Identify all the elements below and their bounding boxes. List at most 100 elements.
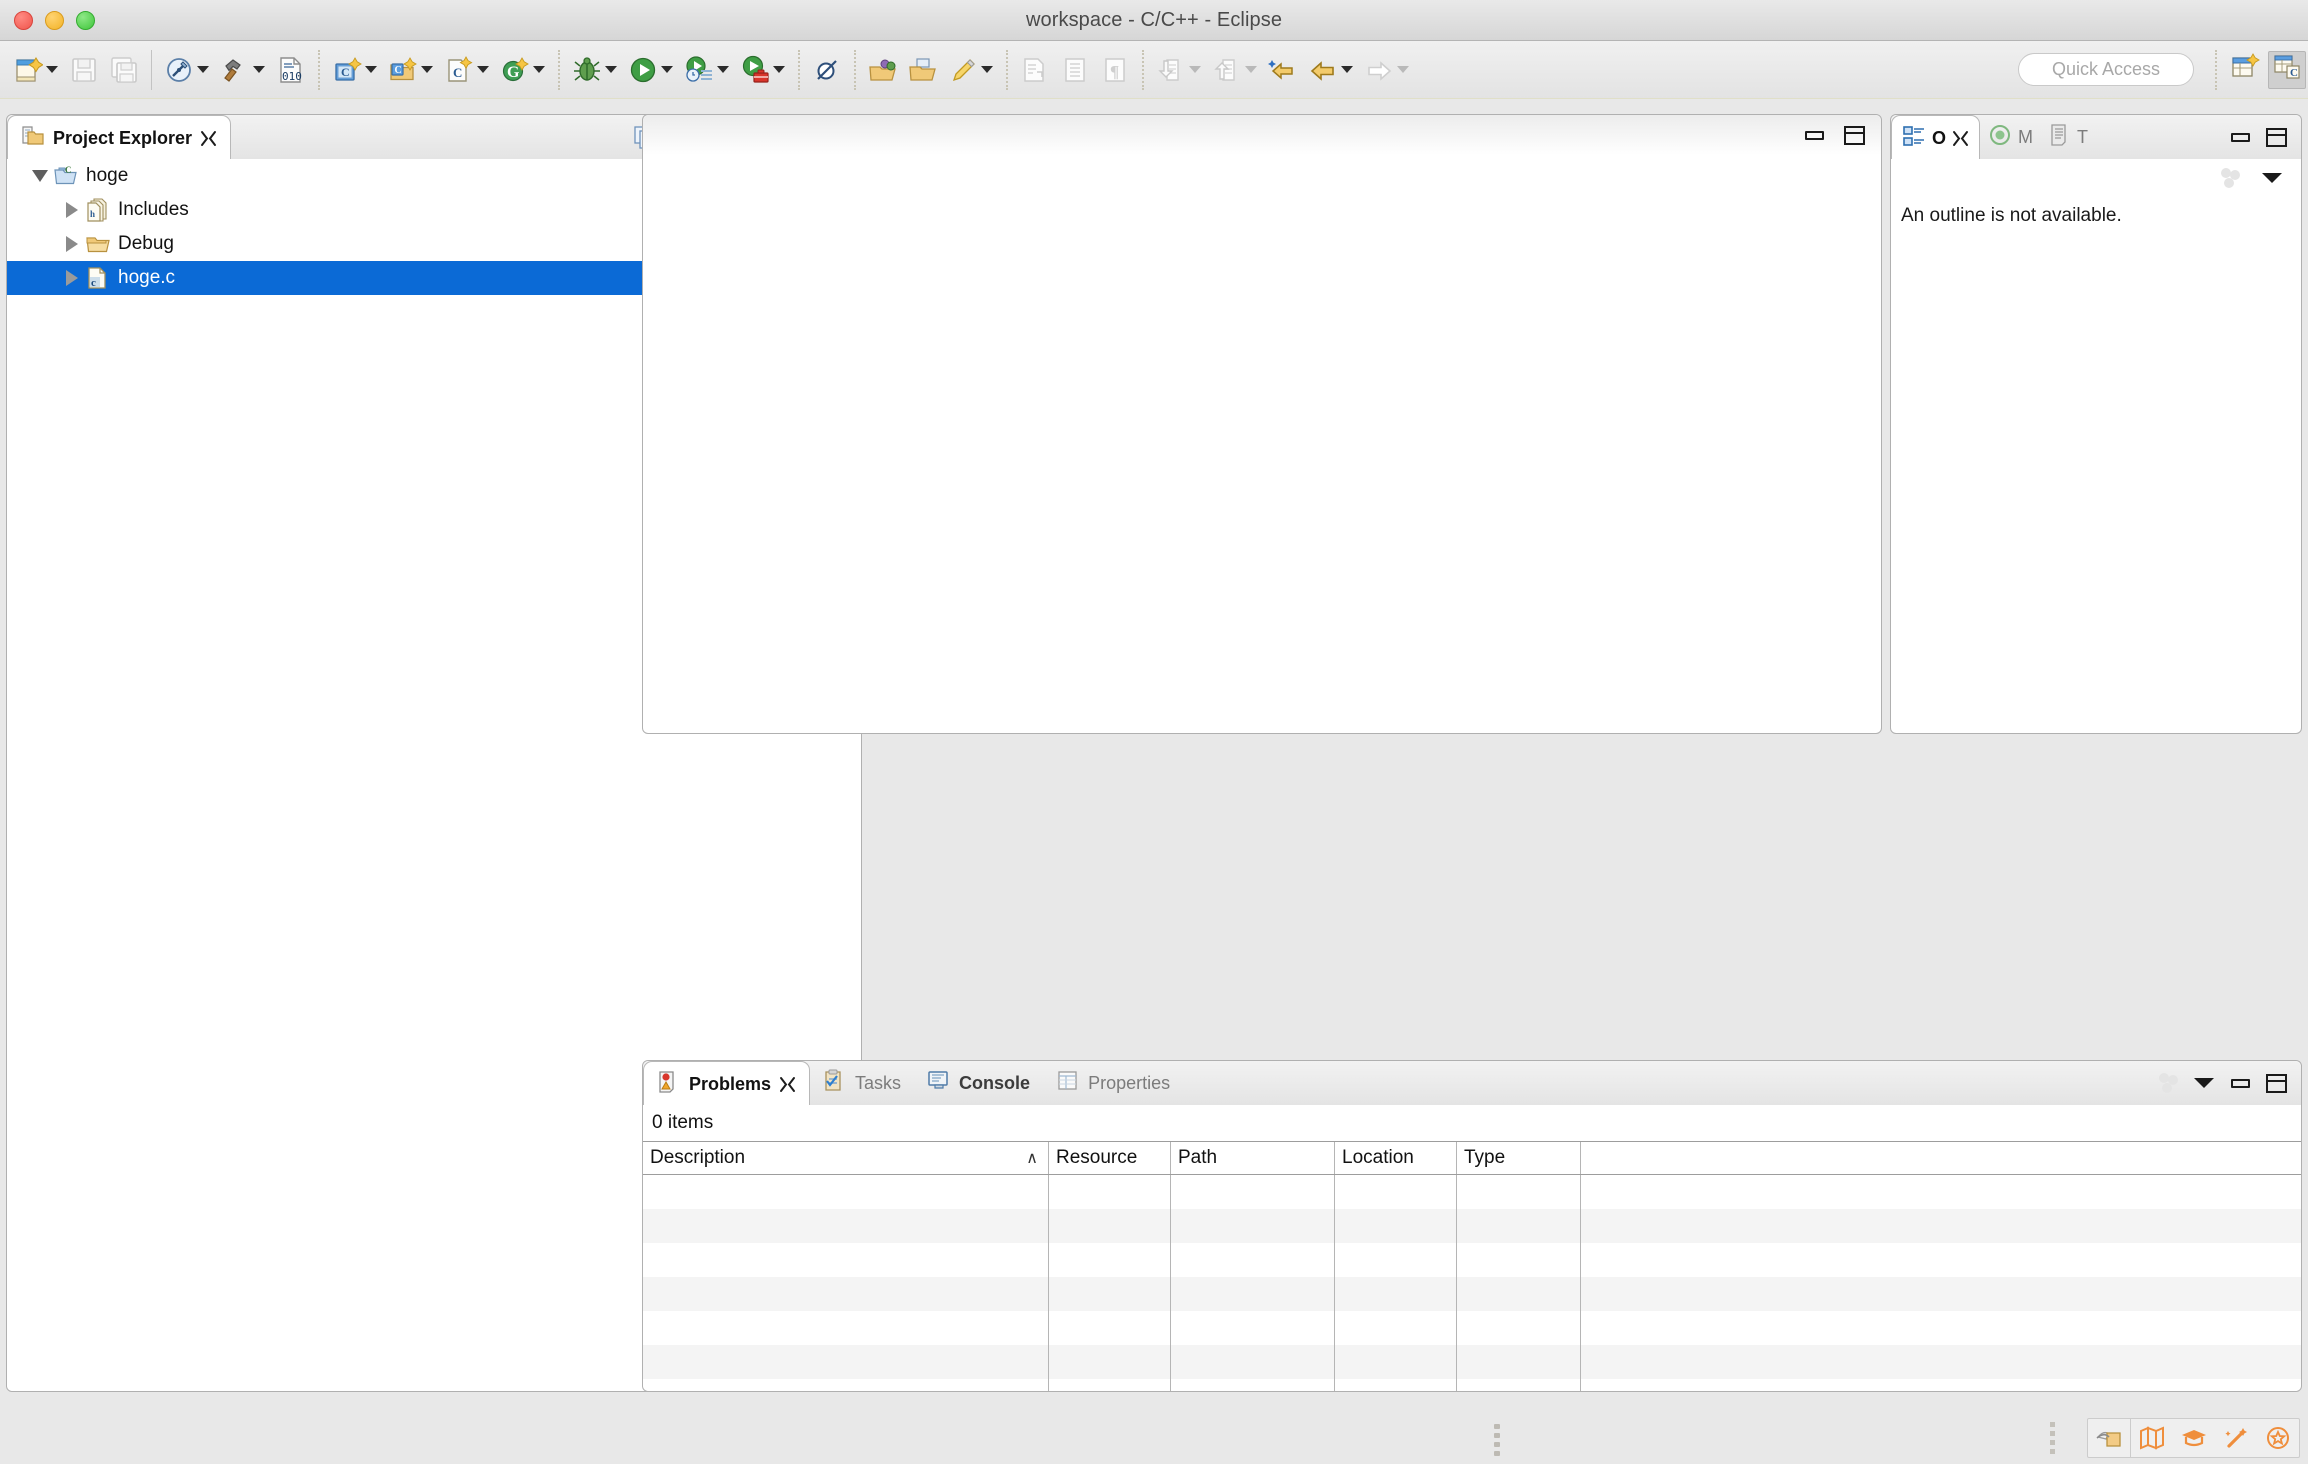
toolbar-button-next-edit-location[interactable] (1151, 48, 1207, 92)
chevron-down-icon[interactable] (1341, 66, 1353, 73)
toolbar-button-run-external-tools[interactable] (735, 48, 791, 92)
chevron-right-icon[interactable] (61, 233, 83, 255)
table-row[interactable] (643, 1175, 2301, 1209)
chevron-down-icon[interactable] (253, 66, 265, 73)
tab-outline[interactable]: O (1891, 115, 1981, 160)
toolbar-button-toggle-block-selection[interactable] (1055, 48, 1095, 92)
close-icon[interactable] (1952, 130, 1969, 147)
toolbar-button-open-element[interactable] (903, 48, 943, 92)
chevron-down-icon[interactable] (533, 66, 545, 73)
table-row[interactable] (643, 1277, 2301, 1311)
toolbar-button-previous-edit-location[interactable] (1207, 48, 1263, 92)
welcome-restore-icon[interactable] (2088, 1419, 2130, 1457)
view-menu-triangle-icon[interactable] (2259, 165, 2285, 191)
chevron-down-icon[interactable] (773, 66, 785, 73)
column-header-type[interactable]: Type (1457, 1142, 1581, 1174)
tab-tasks[interactable]: Tasks (810, 1061, 914, 1105)
tab-problems[interactable]: Problems (643, 1061, 811, 1106)
toolbar-button-last-edit-location[interactable] (1263, 48, 1303, 92)
toolbar-button-new-wizard[interactable] (8, 48, 64, 92)
table-row[interactable] (643, 1345, 2301, 1379)
toolbar-button-debug[interactable] (567, 48, 623, 92)
star-badge-icon[interactable] (2257, 1419, 2299, 1457)
column-label: Description (650, 1147, 746, 1168)
column-header-description[interactable]: Description ∧ (643, 1142, 1049, 1174)
table-row[interactable] (643, 1209, 2301, 1243)
close-icon[interactable] (779, 1076, 796, 1093)
column-header-path[interactable]: Path (1171, 1142, 1335, 1174)
minimize-button[interactable] (45, 11, 64, 30)
chevron-down-icon[interactable] (29, 165, 51, 187)
problems-table-header[interactable]: Description ∧ Resource Path Location Typ… (643, 1141, 2301, 1175)
toolbar-button-build-configurations[interactable] (159, 48, 215, 92)
toolbar-button-profile[interactable] (679, 48, 735, 92)
chevron-right-icon[interactable] (61, 267, 83, 289)
toolbar-button-forward[interactable] (1359, 48, 1415, 92)
chevron-down-icon[interactable] (717, 66, 729, 73)
chevron-down-icon[interactable] (197, 66, 209, 73)
open-perspective-button[interactable] (2226, 51, 2264, 89)
map-icon[interactable] (2131, 1419, 2173, 1457)
toolbar-button-back[interactable] (1303, 48, 1359, 92)
toolbar-button-show-whitespace[interactable]: ¶ (1095, 48, 1135, 92)
toolbar-button-skip-all-breakpoints[interactable] (807, 48, 847, 92)
minimize-icon[interactable] (1801, 122, 1827, 148)
back-arrow-icon (1306, 53, 1340, 87)
view-menu-dots-icon[interactable] (2155, 1070, 2181, 1096)
chevron-down-icon[interactable] (477, 66, 489, 73)
chevron-down-icon[interactable] (46, 66, 58, 73)
close-icon[interactable] (200, 130, 217, 147)
minimize-icon[interactable] (2227, 124, 2253, 150)
maximize-icon[interactable] (1841, 122, 1867, 148)
editor-area[interactable] (642, 114, 1882, 734)
view-menu-triangle-icon[interactable] (2191, 1070, 2217, 1096)
window-controls[interactable] (14, 11, 95, 30)
toolbar-button-run[interactable] (623, 48, 679, 92)
chevron-down-icon[interactable] (1397, 66, 1409, 73)
table-row[interactable] (643, 1311, 2301, 1345)
toolbar-button-next-annotation-group[interactable] (1015, 48, 1055, 92)
toolbar-button-save-all[interactable] (104, 48, 144, 92)
tab-make-target[interactable]: M (1980, 115, 2041, 159)
toolbar-button-build[interactable] (215, 48, 271, 92)
toolbar-button-new-folder[interactable]: C (383, 48, 439, 92)
minimize-icon[interactable] (2227, 1070, 2253, 1096)
chevron-down-icon[interactable] (1189, 66, 1201, 73)
toolbar-button-open-type[interactable] (863, 48, 903, 92)
tab-console[interactable]: Console (914, 1061, 1043, 1105)
view-menu-dots-icon[interactable] (2217, 165, 2243, 191)
tab-properties[interactable]: Properties (1043, 1061, 1183, 1105)
chevron-right-icon[interactable] (61, 199, 83, 221)
table-row[interactable] (643, 1379, 2301, 1391)
column-header-location[interactable]: Location (1335, 1142, 1457, 1174)
perspective-c-cpp-button[interactable]: C (2268, 50, 2306, 89)
close-button[interactable] (14, 11, 33, 30)
column-header-resource[interactable]: Resource (1049, 1142, 1171, 1174)
tab-label: M (2018, 126, 2034, 147)
maximize-icon[interactable] (2263, 1070, 2289, 1096)
chevron-down-icon[interactable] (421, 66, 433, 73)
status-tools-grip[interactable] (2050, 1422, 2055, 1458)
graduation-cap-icon[interactable] (2173, 1419, 2215, 1457)
chevron-down-icon[interactable] (605, 66, 617, 73)
toolbar-button-new-source-file[interactable]: C (439, 48, 495, 92)
tab-task-list[interactable]: T (2041, 115, 2096, 159)
toolbar-button-new-c-cpp-project[interactable]: C (327, 48, 383, 92)
tab-label: Project Explorer (53, 127, 193, 148)
toolbar-button-new-class[interactable]: G (495, 48, 551, 92)
wand-icon[interactable] (2215, 1419, 2257, 1457)
zoom-button[interactable] (76, 11, 95, 30)
chevron-down-icon[interactable] (981, 66, 993, 73)
tab-project-explorer[interactable]: Project Explorer (7, 115, 232, 160)
chevron-down-icon[interactable] (661, 66, 673, 73)
skip-breakpoints-icon (810, 53, 844, 87)
chevron-down-icon[interactable] (365, 66, 377, 73)
quick-access-input[interactable]: Quick Access (2018, 53, 2194, 86)
status-bar-grip[interactable] (1494, 1424, 1500, 1456)
maximize-icon[interactable] (2263, 124, 2289, 150)
toolbar-button-binary-file[interactable]: 010 (271, 48, 311, 92)
table-row[interactable] (643, 1243, 2301, 1277)
chevron-down-icon[interactable] (1245, 66, 1257, 73)
toolbar-button-save[interactable] (64, 48, 104, 92)
toolbar-button-search[interactable] (943, 48, 999, 92)
